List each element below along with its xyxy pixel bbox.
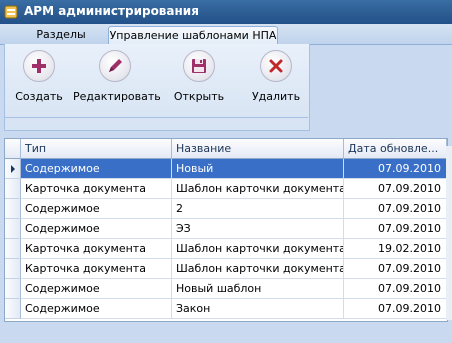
ribbon-divider — [4, 117, 308, 118]
table-row[interactable]: Карточка документа Шаблон карточки докуме… — [5, 179, 447, 199]
cell-type[interactable]: Карточка документа — [21, 239, 172, 259]
column-header-name[interactable]: Название — [172, 139, 344, 159]
cell-date[interactable]: 07.09.2010 — [344, 259, 447, 279]
cell-type[interactable]: Содержимое — [21, 299, 172, 319]
row-header[interactable] — [5, 239, 21, 259]
open-label: Открыть — [173, 90, 225, 103]
column-header-type[interactable]: Тип — [21, 139, 172, 159]
cell-name[interactable]: Шаблон карточки документа — [172, 259, 344, 279]
edit-label: Редактировать — [73, 90, 161, 103]
row-header[interactable] — [5, 219, 21, 239]
open-button[interactable]: Открыть — [171, 50, 227, 106]
table-row[interactable]: Карточка документа Шаблон карточки докуме… — [5, 239, 447, 259]
vertical-scrollbar[interactable] — [446, 146, 452, 320]
row-header[interactable] — [5, 159, 21, 179]
cell-date[interactable]: 19.02.2010 — [344, 239, 447, 259]
cell-name[interactable]: 2 — [172, 199, 344, 219]
tab-strip: Разделы Управление шаблонами НПА — [0, 24, 452, 45]
cell-name[interactable]: Шаблон карточки документа — [172, 239, 344, 259]
cell-type[interactable]: Содержимое — [21, 159, 172, 179]
row-header[interactable] — [5, 299, 21, 319]
table-row[interactable]: Содержимое Новый шаблон 07.09.2010 — [5, 279, 447, 299]
cell-type[interactable]: Содержимое — [21, 199, 172, 219]
row-header[interactable] — [5, 199, 21, 219]
tab-template-management[interactable]: Управление шаблонами НПА — [108, 26, 278, 45]
cell-date[interactable]: 07.09.2010 — [344, 159, 447, 179]
cell-name[interactable]: Новый шаблон — [172, 279, 344, 299]
plus-icon — [23, 50, 55, 82]
cell-name[interactable]: ЭЗ — [172, 219, 344, 239]
table-row[interactable]: Карточка документа Шаблон карточки докуме… — [5, 259, 447, 279]
cell-type[interactable]: Карточка документа — [21, 179, 172, 199]
cell-date[interactable]: 07.09.2010 — [344, 199, 447, 219]
create-label: Создать — [15, 90, 63, 103]
cell-date[interactable]: 07.09.2010 — [344, 279, 447, 299]
table-row[interactable]: Содержимое Закон 07.09.2010 — [5, 299, 447, 319]
cell-name[interactable]: Новый — [172, 159, 344, 179]
app-icon — [4, 5, 18, 19]
delete-label: Удалить — [251, 90, 301, 103]
grid-corner — [5, 139, 21, 159]
table-row[interactable]: Содержимое 2 07.09.2010 — [5, 199, 447, 219]
table-row[interactable]: Содержимое Новый 07.09.2010 — [5, 159, 447, 179]
cell-date[interactable]: 07.09.2010 — [344, 179, 447, 199]
close-icon — [260, 50, 292, 82]
cell-type[interactable]: Содержимое — [21, 219, 172, 239]
title-bar: АРМ администрирования — [0, 0, 452, 24]
create-button[interactable]: Создать — [13, 50, 65, 106]
window-title: АРМ администрирования — [24, 4, 199, 18]
cell-date[interactable]: 07.09.2010 — [344, 219, 447, 239]
edit-button[interactable]: Редактировать — [73, 50, 161, 106]
cell-date[interactable]: 07.09.2010 — [344, 299, 447, 319]
row-header[interactable] — [5, 279, 21, 299]
cell-name[interactable]: Шаблон карточки документа — [172, 179, 344, 199]
floppy-icon — [183, 50, 215, 82]
delete-button[interactable]: Удалить — [247, 50, 305, 106]
cell-name[interactable]: Закон — [172, 299, 344, 319]
cell-type[interactable]: Содержимое — [21, 279, 172, 299]
cell-type[interactable]: Карточка документа — [21, 259, 172, 279]
current-row-arrow-icon — [11, 165, 15, 173]
row-header[interactable] — [5, 179, 21, 199]
tab-sections[interactable]: Разделы — [26, 26, 96, 43]
table-row[interactable]: Содержимое ЭЗ 07.09.2010 — [5, 219, 447, 239]
pencil-icon — [99, 50, 131, 82]
row-header[interactable] — [5, 259, 21, 279]
templates-grid: Тип Название Дата обновле... Содержимое Н… — [4, 138, 448, 322]
column-header-date[interactable]: Дата обновле... — [344, 139, 447, 159]
